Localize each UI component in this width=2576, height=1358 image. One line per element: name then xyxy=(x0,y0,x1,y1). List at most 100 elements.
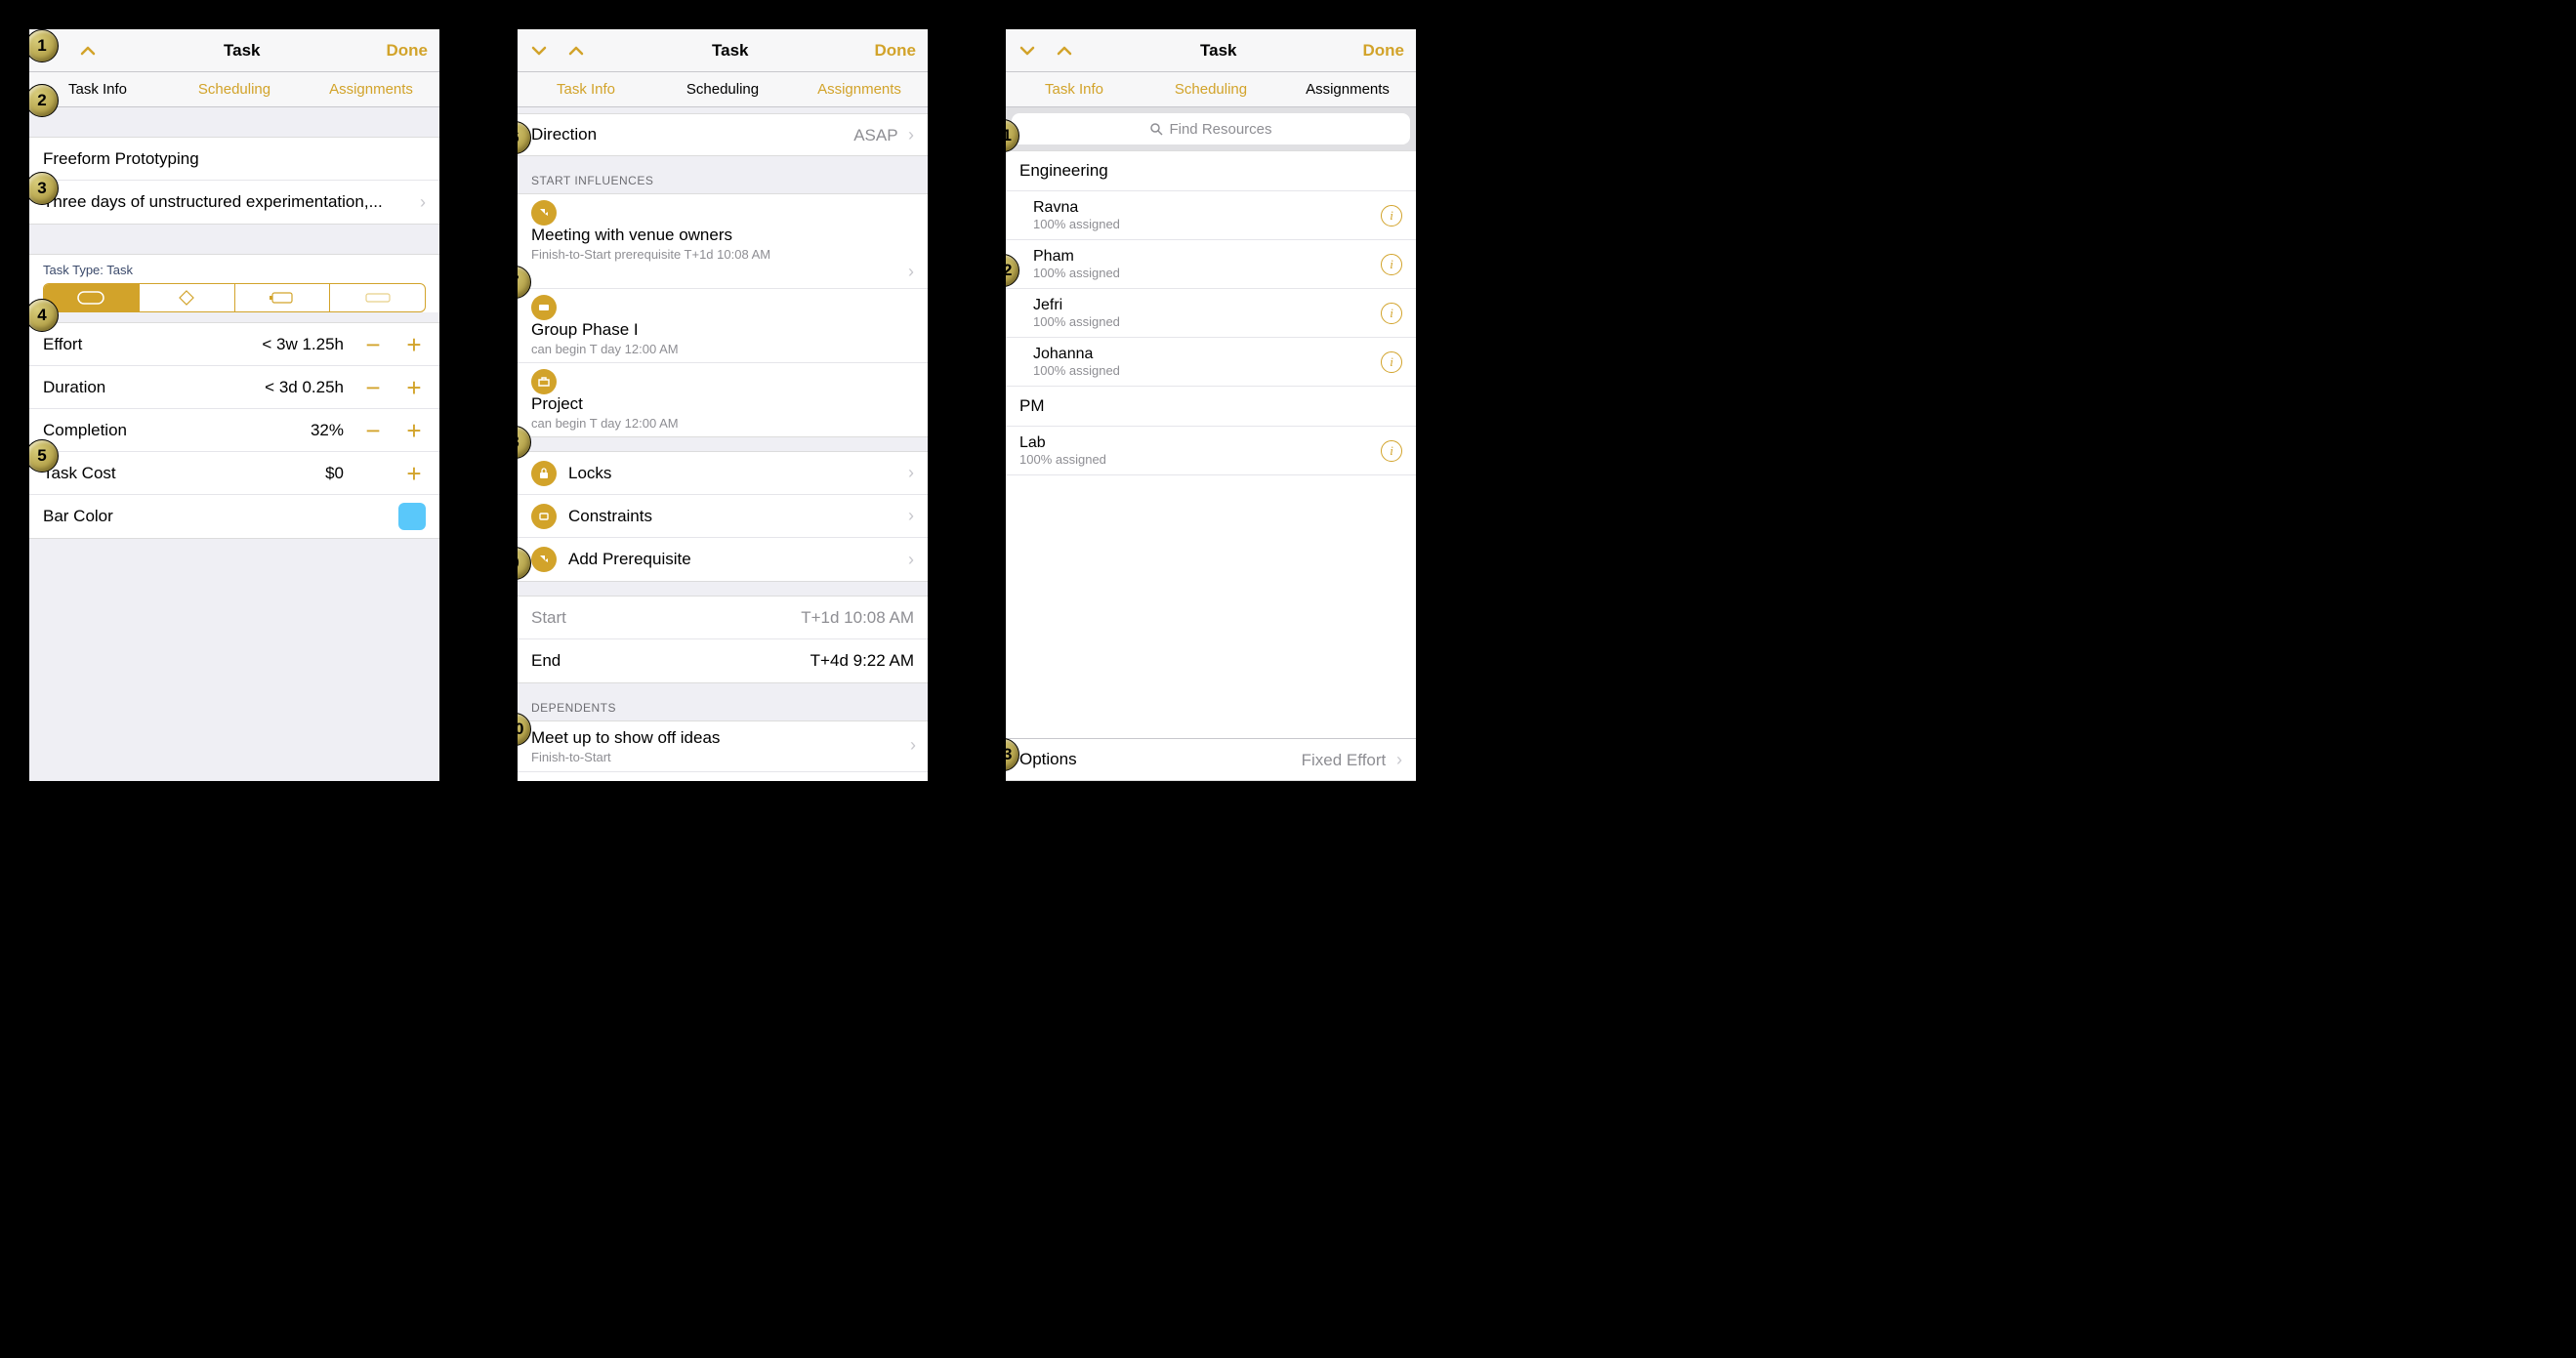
tab-scheduling[interactable]: Scheduling xyxy=(1143,72,1279,106)
completion-row[interactable]: Completion 32% − + xyxy=(29,409,439,452)
completion-value: 32% xyxy=(311,421,344,440)
constraint-icon xyxy=(531,504,557,529)
done-button[interactable]: Done xyxy=(875,41,917,61)
task-type-milestone-icon[interactable] xyxy=(140,284,235,311)
resource-group-header[interactable]: Engineering xyxy=(1006,151,1416,191)
dependency-icon xyxy=(531,200,557,226)
nav-title: Task xyxy=(224,41,261,61)
end-date-value: T+4d 9:22 AM xyxy=(810,651,914,671)
tab-assignments[interactable]: Assignments xyxy=(1279,72,1416,106)
nav-title: Task xyxy=(1200,41,1237,61)
direction-value: ASAP xyxy=(853,126,897,144)
chevron-right-icon: › xyxy=(1396,750,1402,769)
task-type-label: Task Type: Task xyxy=(29,263,439,283)
info-icon[interactable]: i xyxy=(1381,351,1402,373)
task-type-hammock-icon[interactable] xyxy=(235,284,331,311)
done-button[interactable]: Done xyxy=(387,41,429,61)
options-value: Fixed Effort xyxy=(1302,751,1387,769)
resource-row[interactable]: Jefri100% assigned i xyxy=(1006,289,1416,338)
tab-scheduling[interactable]: Scheduling xyxy=(166,72,303,106)
resource-row[interactable]: Lab100% assigned i xyxy=(1006,427,1416,475)
lock-icon xyxy=(531,461,557,486)
start-influences-header: START INFLUENCES xyxy=(518,156,928,193)
navbar: Task Done xyxy=(1006,29,1416,72)
tab-assignments[interactable]: Assignments xyxy=(791,72,928,106)
nav-up-icon[interactable] xyxy=(78,41,98,61)
tab-bar: Task Info Scheduling Assignments xyxy=(1006,72,1416,107)
resource-row[interactable]: Ravna100% assigned i xyxy=(1006,191,1416,240)
task-name-cell[interactable]: Freeform Prototyping xyxy=(29,138,439,181)
search-bar: Find Resources xyxy=(1006,107,1416,150)
completion-plus[interactable]: + xyxy=(402,418,426,443)
cost-row[interactable]: Task Cost $0 − + xyxy=(29,452,439,495)
chevron-right-icon: › xyxy=(908,125,914,144)
nav-title: Task xyxy=(712,41,749,61)
nav-down-icon[interactable] xyxy=(1018,41,1037,61)
tab-scheduling[interactable]: Scheduling xyxy=(654,72,791,106)
locks-row[interactable]: Locks › xyxy=(518,452,928,495)
resource-row[interactable]: Pham100% assigned i xyxy=(1006,240,1416,289)
done-button[interactable]: Done xyxy=(1363,41,1405,61)
tab-task-info[interactable]: Task Info xyxy=(518,72,654,106)
tab-bar: Task Info Scheduling Assignments xyxy=(29,72,439,107)
effort-minus[interactable]: − xyxy=(361,332,385,357)
duration-value: < 3d 0.25h xyxy=(265,378,344,397)
chevron-right-icon: › xyxy=(908,506,914,526)
task-type-task-icon[interactable] xyxy=(44,284,140,311)
resource-group-header[interactable]: PM xyxy=(1006,387,1416,427)
cost-value: $0 xyxy=(325,464,344,483)
constraints-row[interactable]: Constraints › xyxy=(518,495,928,538)
end-date-row[interactable]: End T+4d 9:22 AM xyxy=(518,639,928,682)
nav-up-icon[interactable] xyxy=(1055,41,1074,61)
add-prerequisite-row[interactable]: Add Prerequisite › xyxy=(518,538,928,581)
screen-task-info: Task Done Task Info Scheduling Assignmen… xyxy=(29,29,439,781)
duration-plus[interactable]: + xyxy=(402,375,426,400)
options-row[interactable]: Options Fixed Effort › xyxy=(1006,738,1416,781)
effort-value: < 3w 1.25h xyxy=(262,335,344,354)
chevron-right-icon: › xyxy=(908,463,914,483)
info-icon[interactable]: i xyxy=(1381,205,1402,226)
task-name: Freeform Prototyping xyxy=(43,149,199,169)
tab-task-info[interactable]: Task Info xyxy=(1006,72,1143,106)
barcolor-row[interactable]: Bar Color xyxy=(29,495,439,538)
nav-down-icon[interactable] xyxy=(529,41,549,61)
influence-row[interactable]: Project can begin T day 12:00 AM xyxy=(518,363,928,436)
effort-plus[interactable]: + xyxy=(402,332,426,357)
nav-up-icon[interactable] xyxy=(566,41,586,61)
task-desc: Three days of unstructured experimentati… xyxy=(43,192,383,212)
navbar: Task Done xyxy=(518,29,928,72)
barcolor-swatch[interactable] xyxy=(398,503,426,530)
add-dependency-icon xyxy=(531,547,557,572)
info-icon[interactable]: i xyxy=(1381,440,1402,462)
cost-plus[interactable]: + xyxy=(402,461,426,486)
task-type-segmented[interactable] xyxy=(43,283,426,312)
navbar: Task Done xyxy=(29,29,439,72)
task-desc-cell[interactable]: Three days of unstructured experimentati… xyxy=(29,181,439,224)
info-icon[interactable]: i xyxy=(1381,254,1402,275)
duration-row[interactable]: Duration < 3d 0.25h − + xyxy=(29,366,439,409)
chevron-right-icon: › xyxy=(420,192,426,213)
completion-minus[interactable]: − xyxy=(361,418,385,443)
dependent-row[interactable]: Meet up to show off ideas Finish-to-Star… xyxy=(518,721,928,772)
search-placeholder: Find Resources xyxy=(1169,121,1271,138)
effort-row[interactable]: Effort < 3w 1.25h − + xyxy=(29,323,439,366)
chevron-right-icon: › xyxy=(908,550,914,570)
tab-bar: Task Info Scheduling Assignments xyxy=(518,72,928,107)
direction-row[interactable]: Direction ASAP › xyxy=(518,113,928,156)
dependents-header: DEPENDENTS xyxy=(518,683,928,720)
resource-row[interactable]: Johanna100% assigned i xyxy=(1006,338,1416,387)
duration-minus[interactable]: − xyxy=(361,375,385,400)
chevron-right-icon: › xyxy=(910,735,916,756)
project-icon xyxy=(531,369,557,394)
tab-assignments[interactable]: Assignments xyxy=(303,72,439,106)
search-input[interactable]: Find Resources xyxy=(1012,113,1410,144)
add-dependent-row[interactable]: Add Dependent › xyxy=(518,772,928,781)
info-icon[interactable]: i xyxy=(1381,303,1402,324)
influence-row[interactable]: Meeting with venue owners Finish-to-Star… xyxy=(518,194,928,289)
screen-scheduling: Task Done Task Info Scheduling Assignmen… xyxy=(518,29,928,781)
screen-assignments: Task Done Task Info Scheduling Assignmen… xyxy=(1006,29,1416,781)
search-icon xyxy=(1149,122,1163,136)
influence-row[interactable]: Group Phase I can begin T day 12:00 AM xyxy=(518,289,928,363)
task-type-group-icon[interactable] xyxy=(330,284,425,311)
start-date-row[interactable]: Start T+1d 10:08 AM xyxy=(518,597,928,639)
